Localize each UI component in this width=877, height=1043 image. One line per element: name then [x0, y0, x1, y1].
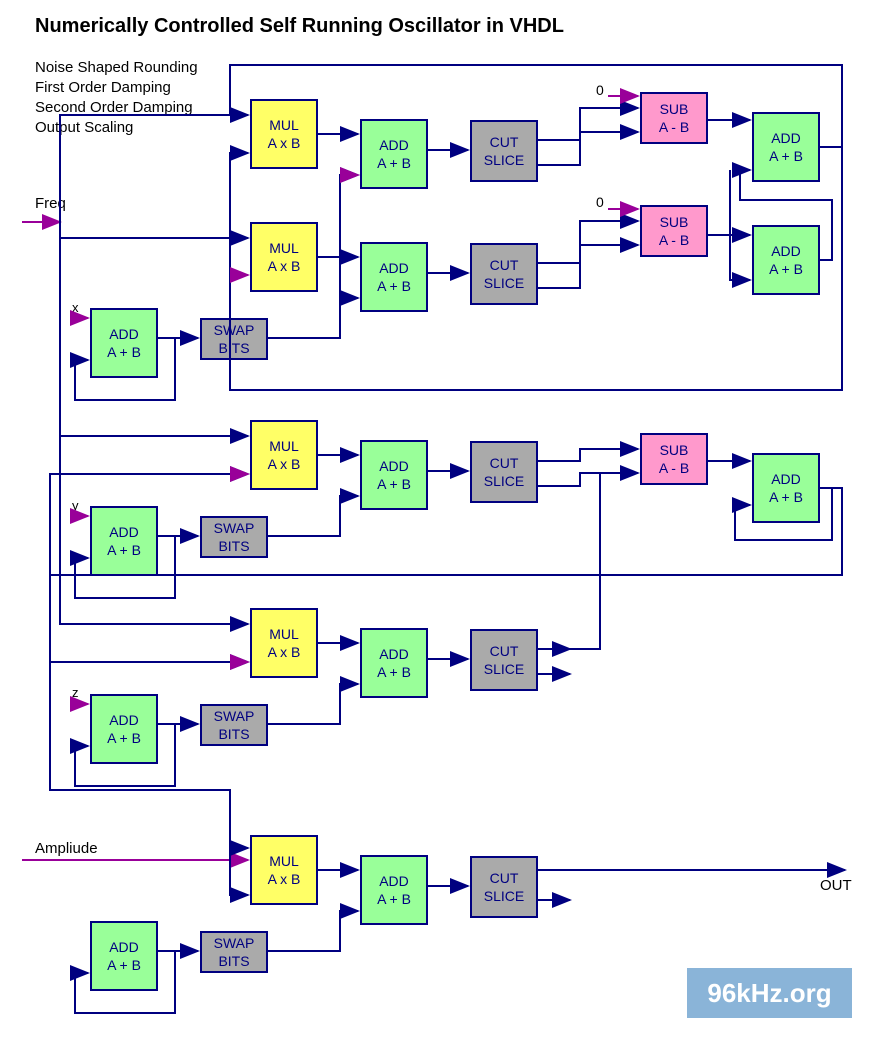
w-cut1-sub1a: [538, 108, 638, 140]
mul-block-4: MULA x B: [250, 608, 318, 678]
sub-block-3: SUBA - B: [640, 433, 708, 485]
label-x: x: [72, 300, 79, 315]
w-cut4-up: [570, 473, 600, 649]
note-1: Noise Shaped Rounding: [35, 58, 198, 78]
cut-block-2: CUTSLICE: [470, 243, 538, 305]
cut-block-3: CUTSLICE: [470, 441, 538, 503]
add-block-4: ADDA + B: [360, 628, 428, 698]
label-amplitude: Ampliude: [35, 840, 98, 857]
w-cut2-sub2a: [538, 221, 638, 263]
amp-to-mul5a: [230, 848, 248, 860]
add-z: ADDA + B: [90, 694, 158, 764]
swap-4: SWAPBITS: [200, 931, 268, 973]
add-block-2: ADDA + B: [360, 242, 428, 312]
label-z: z: [72, 685, 79, 700]
w-swap3-add4: [268, 684, 358, 724]
sub-block-1: SUBA - B: [640, 92, 708, 144]
zero-label-1: 0: [596, 82, 604, 98]
add-block-5: ADDA + B: [360, 855, 428, 925]
w-swap1-add1: [340, 175, 358, 298]
fb-to-mul4: [50, 575, 248, 662]
label-freq: Freq: [35, 195, 66, 212]
notes-block: Noise Shaped Rounding First Order Dampin…: [35, 58, 198, 138]
add-y: ADDA + B: [90, 506, 158, 576]
logo-badge: 96kHz.org: [687, 968, 852, 1018]
w-swap1-add2: [268, 298, 358, 338]
zero-label-2: 0: [596, 194, 604, 210]
add-right-3: ADDA + B: [752, 453, 820, 523]
fb-addr3-loop: [50, 474, 842, 575]
label-y: y: [72, 498, 79, 513]
add-out: ADDA + B: [90, 921, 158, 991]
note-2: First Order Damping: [35, 78, 198, 98]
add-block-1: ADDA + B: [360, 119, 428, 189]
cut-block-1: CUTSLICE: [470, 120, 538, 182]
add-right-1: ADDA + B: [752, 112, 820, 182]
mul-block-5: MULA x B: [250, 835, 318, 905]
add-right-2: ADDA + B: [752, 225, 820, 295]
add-x: ADDA + B: [90, 308, 158, 378]
freq-to-mul2: [60, 222, 248, 238]
mul-block-2: MULA x B: [250, 222, 318, 292]
label-out: OUT: [820, 877, 852, 894]
w-cut3-sub3b: [538, 473, 638, 486]
swap-3: SWAPBITS: [200, 704, 268, 746]
cut-block-4: CUTSLICE: [470, 629, 538, 691]
sub-block-2: SUBA - B: [640, 205, 708, 257]
page-title: Numerically Controlled Self Running Osci…: [35, 15, 564, 38]
w-cut1-sub1b: [538, 132, 638, 165]
cut-block-5: CUTSLICE: [470, 856, 538, 918]
w-cut3-sub3a: [538, 449, 638, 461]
w-cut2-sub2b: [538, 245, 638, 288]
mul-block-3: MULA x B: [250, 420, 318, 490]
note-4: Output Scaling: [35, 118, 198, 138]
note-3: Second Order Damping: [35, 98, 198, 118]
w-swap4-add5: [268, 911, 358, 951]
w-swap2-add3: [268, 496, 358, 536]
mul-block-1: MULA x B: [250, 99, 318, 169]
swap-1: SWAPBITS: [200, 318, 268, 360]
fb-addr1-addr2b: [730, 170, 750, 280]
swap-2: SWAPBITS: [200, 516, 268, 558]
add-block-3: ADDA + B: [360, 440, 428, 510]
